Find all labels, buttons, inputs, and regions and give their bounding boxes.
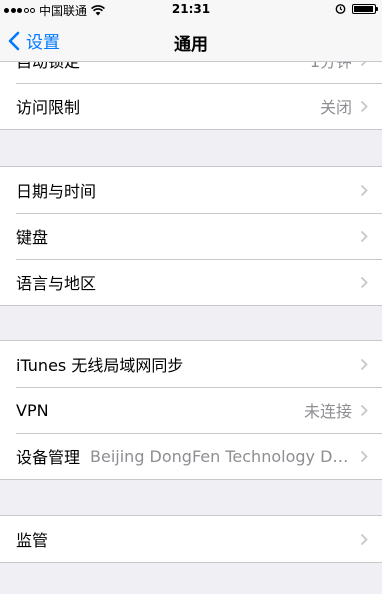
alarm-icon: [335, 4, 346, 14]
date-time-label: 日期与时间: [16, 182, 97, 201]
restrictions-row[interactable]: 访问限制 关闭: [0, 83, 382, 129]
status-bar: 中国联通 21:31: [0, 0, 382, 20]
status-time: 21:31: [171, 2, 211, 16]
auto-lock-value: 1分钟: [90, 62, 352, 72]
restrictions-label: 访问限制: [16, 98, 81, 117]
supervision-row[interactable]: 监管: [0, 516, 382, 562]
date-time-row[interactable]: 日期与时间: [0, 167, 382, 213]
settings-group-datetime: 日期与时间 键盘 语言与地区: [0, 166, 382, 306]
itunes-wifi-sync-label: iTunes 无线局域网同步: [16, 356, 184, 375]
chevron-right-icon: [360, 358, 368, 370]
chevron-right-icon: [360, 230, 368, 242]
vpn-label: VPN: [16, 400, 49, 420]
chevron-right-icon: [360, 184, 368, 196]
keyboard-label: 键盘: [16, 228, 49, 247]
chevron-right-icon: [360, 450, 368, 462]
battery-icon: [352, 3, 378, 14]
vpn-status-value: 未连接: [303, 402, 352, 421]
settings-list: 自动锁定 1分钟 访问限制 关闭 日期与时间 键盘 语言与地区: [0, 62, 382, 594]
device-management-label: 设备管理: [16, 448, 81, 467]
language-region-row[interactable]: 语言与地区: [0, 259, 382, 305]
settings-group-lock: 自动锁定 1分钟 访问限制 关闭: [0, 62, 382, 130]
itunes-wifi-sync-row[interactable]: iTunes 无线局域网同步: [0, 341, 382, 387]
chevron-right-icon: [360, 533, 368, 545]
supervision-label: 监管: [16, 531, 49, 550]
device-management-value: Beijing DongFen Technology Development C…: [90, 446, 352, 466]
settings-group-supervision: 监管: [0, 515, 382, 563]
page-title: 通用: [174, 35, 208, 55]
keyboard-row[interactable]: 键盘: [0, 213, 382, 259]
language-region-label: 语言与地区: [16, 274, 97, 293]
auto-lock-row[interactable]: 自动锁定 1分钟: [0, 62, 382, 83]
settings-group-network: iTunes 无线局域网同步 VPN 未连接 设备管理 Beijing Dong…: [0, 340, 382, 480]
vpn-row[interactable]: VPN 未连接: [0, 387, 382, 433]
chevron-right-icon: [360, 100, 368, 112]
chevron-right-icon: [360, 404, 368, 416]
auto-lock-label: 自动锁定: [16, 62, 80, 72]
battery-fill: [354, 5, 373, 12]
chevron-right-icon: [360, 62, 366, 66]
device-management-row[interactable]: 设备管理 Beijing DongFen Technology Developm…: [0, 433, 382, 479]
restrictions-value: 关闭: [319, 98, 352, 117]
chevron-right-icon: [360, 276, 368, 288]
navigation-bar: 设置 通用: [0, 20, 382, 62]
status-right: [335, 3, 378, 14]
